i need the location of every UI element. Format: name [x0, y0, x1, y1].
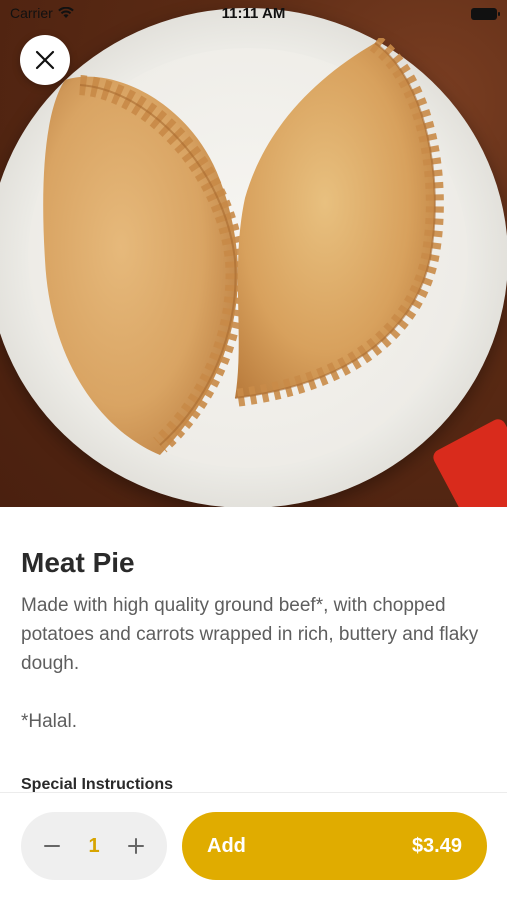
decrease-quantity-button[interactable] [41, 835, 63, 857]
add-to-cart-button[interactable]: Add $3.49 [182, 812, 487, 880]
status-time: 11:11 AM [221, 5, 286, 22]
special-instructions-label: Special Instructions [21, 776, 174, 792]
meat-pie-left [43, 75, 246, 455]
item-details: Meat Pie Made with high quality ground b… [0, 507, 507, 792]
close-icon [35, 50, 55, 70]
divider [0, 792, 507, 793]
add-button-label: Add [207, 834, 246, 857]
add-button-price: $3.49 [411, 834, 462, 857]
increase-quantity-button[interactable] [125, 835, 147, 857]
minus-icon [44, 845, 60, 847]
quantity-value: 1 [88, 834, 100, 857]
close-button[interactable] [20, 35, 70, 85]
item-description: Made with high quality ground beef*, wit… [21, 595, 479, 732]
item-photo [0, 0, 507, 507]
item-title: Meat Pie [21, 547, 135, 578]
napkin [430, 416, 507, 507]
quantity-stepper: 1 [21, 812, 167, 880]
meat-pie-right [233, 38, 444, 407]
battery-icon [471, 8, 500, 20]
plus-icon [128, 838, 144, 854]
status-bar: Carrier 11:11 AM [0, 0, 507, 28]
